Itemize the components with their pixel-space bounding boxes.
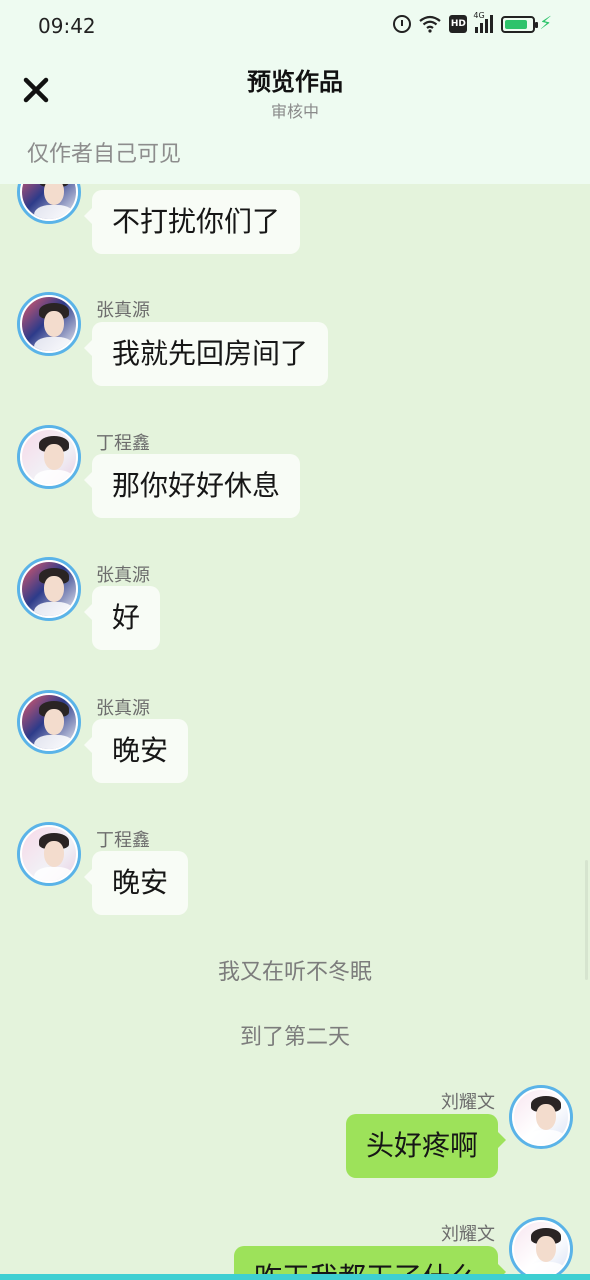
narration-text: 到了第二天	[239, 1025, 350, 1050]
sender-name: 刘耀文	[441, 1092, 495, 1113]
alarm-icon	[393, 15, 412, 33]
wifi-icon	[419, 15, 442, 33]
sender-name: 丁程鑫	[96, 433, 150, 454]
sender-name: 张真源	[96, 565, 150, 586]
message-bubble[interactable]: 那你好好休息	[83, 454, 301, 518]
avatar-ding[interactable]	[17, 425, 81, 489]
sender-name: 张真源	[96, 698, 150, 719]
visibility-notice: 仅作者自己可见	[0, 132, 590, 184]
avatar-zhang[interactable]	[17, 557, 81, 621]
message-bubble[interactable]: 我就先回房间了	[83, 322, 329, 386]
status-time: 09:42	[38, 14, 96, 38]
avatar-liu[interactable]	[509, 1085, 573, 1149]
review-status: 审核中	[270, 102, 319, 121]
battery-icon	[501, 15, 539, 33]
status-icons: HD 4G ⚡	[393, 11, 552, 34]
avatar-zhang[interactable]	[17, 184, 81, 224]
message-bubble[interactable]: 晚安	[83, 851, 189, 915]
message-bubble[interactable]: 不打扰你们了	[83, 190, 301, 254]
sender-name: 张真源	[96, 300, 150, 321]
avatar-liu[interactable]	[509, 1217, 573, 1280]
avatar-zhang[interactable]	[17, 292, 81, 356]
sender-name: 刘耀文	[441, 1224, 495, 1245]
network-type-label: 4G	[473, 11, 485, 20]
page-header: 预览作品 审核中	[0, 52, 590, 132]
signal-icon: 4G	[473, 11, 494, 33]
avatar-zhang[interactable]	[17, 690, 81, 754]
chat-area[interactable]: 不打扰你们了 张真源 我就先回房间了 丁程鑫 那你好好休息 张真源 好 张真源 …	[0, 184, 590, 1280]
avatar-ding[interactable]	[17, 822, 81, 886]
scrollbar[interactable]	[585, 860, 588, 980]
chat-preview-screen: 09:42 HD 4G ⚡ 预览作品 审核中 仅作者自己可见 不打扰你们了 张真…	[0, 0, 590, 1280]
battery-level	[505, 19, 528, 29]
narration-text: 我又在听不冬眠	[217, 960, 372, 985]
bottom-accent-bar	[0, 1274, 590, 1280]
status-bar: 09:42 HD 4G ⚡	[0, 0, 590, 52]
hd-icon: HD	[449, 15, 468, 33]
page-title: 预览作品	[247, 68, 343, 96]
charging-icon: ⚡	[539, 13, 552, 34]
message-bubble[interactable]: 头好疼啊	[345, 1114, 507, 1178]
message-bubble[interactable]: 好	[83, 586, 161, 650]
message-bubble[interactable]: 晚安	[83, 719, 189, 783]
sender-name: 丁程鑫	[96, 830, 150, 851]
